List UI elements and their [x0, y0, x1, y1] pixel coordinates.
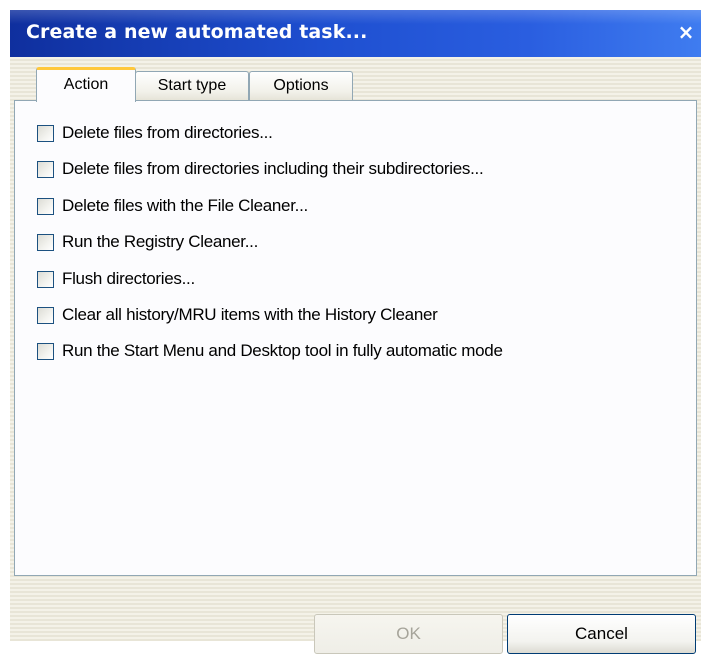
checkbox[interactable]: [37, 233, 54, 251]
option-label: Run the Start Menu and Desktop tool in f…: [62, 341, 503, 360]
action-option-history-cleaner[interactable]: Clear all history/MRU items with the His…: [37, 303, 438, 327]
option-label: Delete files from directories...: [62, 123, 273, 142]
action-option-registry-cleaner[interactable]: Run the Registry Cleaner...: [37, 230, 258, 254]
tab-options[interactable]: Options: [249, 71, 353, 100]
ok-button[interactable]: OK: [314, 614, 503, 654]
option-label: Delete files with the File Cleaner...: [62, 196, 308, 215]
action-option-start-menu-tool[interactable]: Run the Start Menu and Desktop tool in f…: [37, 339, 503, 363]
option-label: Run the Registry Cleaner...: [62, 232, 258, 251]
action-option-file-cleaner[interactable]: Delete files with the File Cleaner...: [37, 194, 308, 218]
window-title: Create a new automated task...: [26, 21, 368, 43]
action-option-flush-directories[interactable]: Flush directories...: [37, 267, 195, 291]
checkbox[interactable]: [37, 160, 54, 178]
action-option-delete-files[interactable]: Delete files from directories...: [37, 121, 273, 145]
tab-start-type[interactable]: Start type: [135, 71, 249, 100]
checkbox[interactable]: [37, 197, 54, 215]
option-label: Flush directories...: [62, 269, 195, 288]
cancel-button[interactable]: Cancel: [507, 614, 696, 654]
close-icon[interactable]: ×: [677, 21, 695, 43]
checkbox[interactable]: [37, 270, 54, 288]
checkbox[interactable]: [37, 342, 54, 360]
checkbox[interactable]: [37, 306, 54, 324]
action-option-delete-files-subdirs[interactable]: Delete files from directories including …: [37, 157, 484, 181]
action-tab-panel: Delete files from directories... Delete …: [14, 100, 697, 576]
option-label: Clear all history/MRU items with the His…: [62, 305, 438, 324]
title-bar: Create a new automated task... ×: [10, 10, 701, 57]
checkbox[interactable]: [37, 124, 54, 142]
tab-action[interactable]: Action: [36, 67, 136, 102]
option-label: Delete files from directories including …: [62, 159, 484, 178]
dialog-body: Action Start type Options Delete files f…: [10, 57, 701, 654]
